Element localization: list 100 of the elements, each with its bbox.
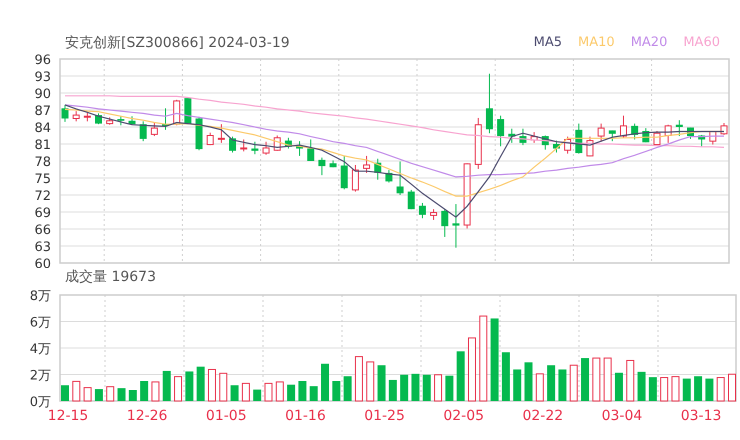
volume-bar xyxy=(321,364,330,401)
volume-bar xyxy=(310,386,318,401)
volume-bar xyxy=(434,374,442,402)
candlestick xyxy=(396,161,404,196)
volume-bar xyxy=(400,374,408,401)
candlestick xyxy=(575,123,582,154)
candlestick xyxy=(653,130,660,146)
volume-bar xyxy=(264,382,272,402)
candlestick xyxy=(542,135,549,150)
axis-label: 90 xyxy=(34,87,51,102)
candlestick xyxy=(408,189,415,210)
chart-title: 安克创新[SZ300866] 2024-03-19 xyxy=(65,34,290,52)
volume-bar xyxy=(422,374,431,401)
volume-label: 成交量 19673 xyxy=(65,268,156,286)
volume-bar xyxy=(671,376,680,402)
volume-bar xyxy=(502,352,510,401)
volume-bar xyxy=(185,371,194,401)
date-label: 12-15 xyxy=(48,408,88,424)
candlestick xyxy=(608,130,616,142)
volume-bar xyxy=(524,362,532,401)
candlestick xyxy=(95,112,102,125)
candlestick xyxy=(218,124,225,144)
axis-label: 66 xyxy=(34,223,51,238)
volume-bar xyxy=(72,380,80,402)
date-label: 03-04 xyxy=(602,408,642,424)
volume-bar xyxy=(388,380,397,401)
axis-label: 93 xyxy=(34,70,51,85)
candlestick xyxy=(441,208,448,238)
volume-bar xyxy=(230,385,239,401)
candlestick xyxy=(519,128,526,146)
volume-bar xyxy=(344,376,352,401)
candlestick xyxy=(374,158,382,180)
candlestick xyxy=(251,141,258,155)
volume-bar xyxy=(196,366,205,401)
candlestick xyxy=(664,124,672,144)
candlestick xyxy=(530,132,538,144)
volume-bar xyxy=(174,376,182,402)
date-label: 01-05 xyxy=(206,408,247,424)
candlestick xyxy=(184,98,192,125)
volume-bar xyxy=(208,368,216,402)
candlestick xyxy=(229,136,236,153)
volume-bar xyxy=(354,356,363,402)
legend-label[interactable]: MA20 xyxy=(630,35,668,50)
candlestick xyxy=(296,140,304,156)
candlestick xyxy=(84,112,91,122)
volume-bar xyxy=(581,358,590,401)
axis-label: 96 xyxy=(34,53,51,68)
candlestick xyxy=(464,162,471,229)
volume-bar xyxy=(162,370,171,401)
candlestick xyxy=(363,155,370,174)
volume-bar xyxy=(411,374,420,401)
axis-label: 6万 xyxy=(30,316,51,330)
volume-bar xyxy=(242,382,250,402)
volume-bar xyxy=(84,387,92,402)
volume-bar xyxy=(682,378,691,401)
candlestick xyxy=(508,128,516,144)
axis-label: 78 xyxy=(34,155,51,170)
volume-bar xyxy=(276,381,284,402)
legend-label[interactable]: MA5 xyxy=(534,35,562,50)
candlestick xyxy=(106,116,114,126)
volume-bar xyxy=(558,369,566,401)
date-label: 12-26 xyxy=(126,408,168,424)
axis-label: 81 xyxy=(34,138,51,153)
legend-label[interactable]: MA10 xyxy=(578,35,615,50)
volume-bar xyxy=(445,376,454,401)
volume-bar xyxy=(151,381,160,402)
candlestick xyxy=(262,141,270,156)
candlestick xyxy=(318,157,326,176)
candlestick xyxy=(206,132,214,146)
volume-bar xyxy=(219,372,228,402)
volume-bar xyxy=(536,373,544,402)
axis-label: 0万 xyxy=(30,395,51,410)
volume-bar xyxy=(626,360,634,402)
axis-label: 4万 xyxy=(30,342,51,357)
candlestick xyxy=(430,208,438,220)
axis-label: 87 xyxy=(34,104,51,119)
candlestick xyxy=(330,160,337,168)
candlestick xyxy=(128,116,136,126)
volume-bar xyxy=(378,365,386,401)
date-label: 02-05 xyxy=(443,408,484,424)
candlestick xyxy=(452,204,460,248)
volume-bar xyxy=(140,381,148,401)
candlestick xyxy=(240,138,248,152)
candlestick xyxy=(564,136,572,154)
date-label: 01-16 xyxy=(285,408,326,424)
volume-bar xyxy=(592,358,600,402)
volume-bar xyxy=(728,374,736,402)
legend-label[interactable]: MA60 xyxy=(683,35,720,50)
axis-label: 63 xyxy=(34,240,51,255)
date-label: 01-25 xyxy=(364,408,405,424)
volume-bar xyxy=(705,378,714,401)
axis-label: 8万 xyxy=(30,289,51,304)
candlestick xyxy=(62,104,68,122)
volume-bar xyxy=(468,337,476,402)
axis-label: 84 xyxy=(34,121,51,136)
volume-bar xyxy=(614,372,623,401)
volume-bar xyxy=(118,388,126,401)
candlestick xyxy=(486,73,493,134)
candlestick xyxy=(642,128,650,143)
axis-label: 69 xyxy=(34,206,51,221)
